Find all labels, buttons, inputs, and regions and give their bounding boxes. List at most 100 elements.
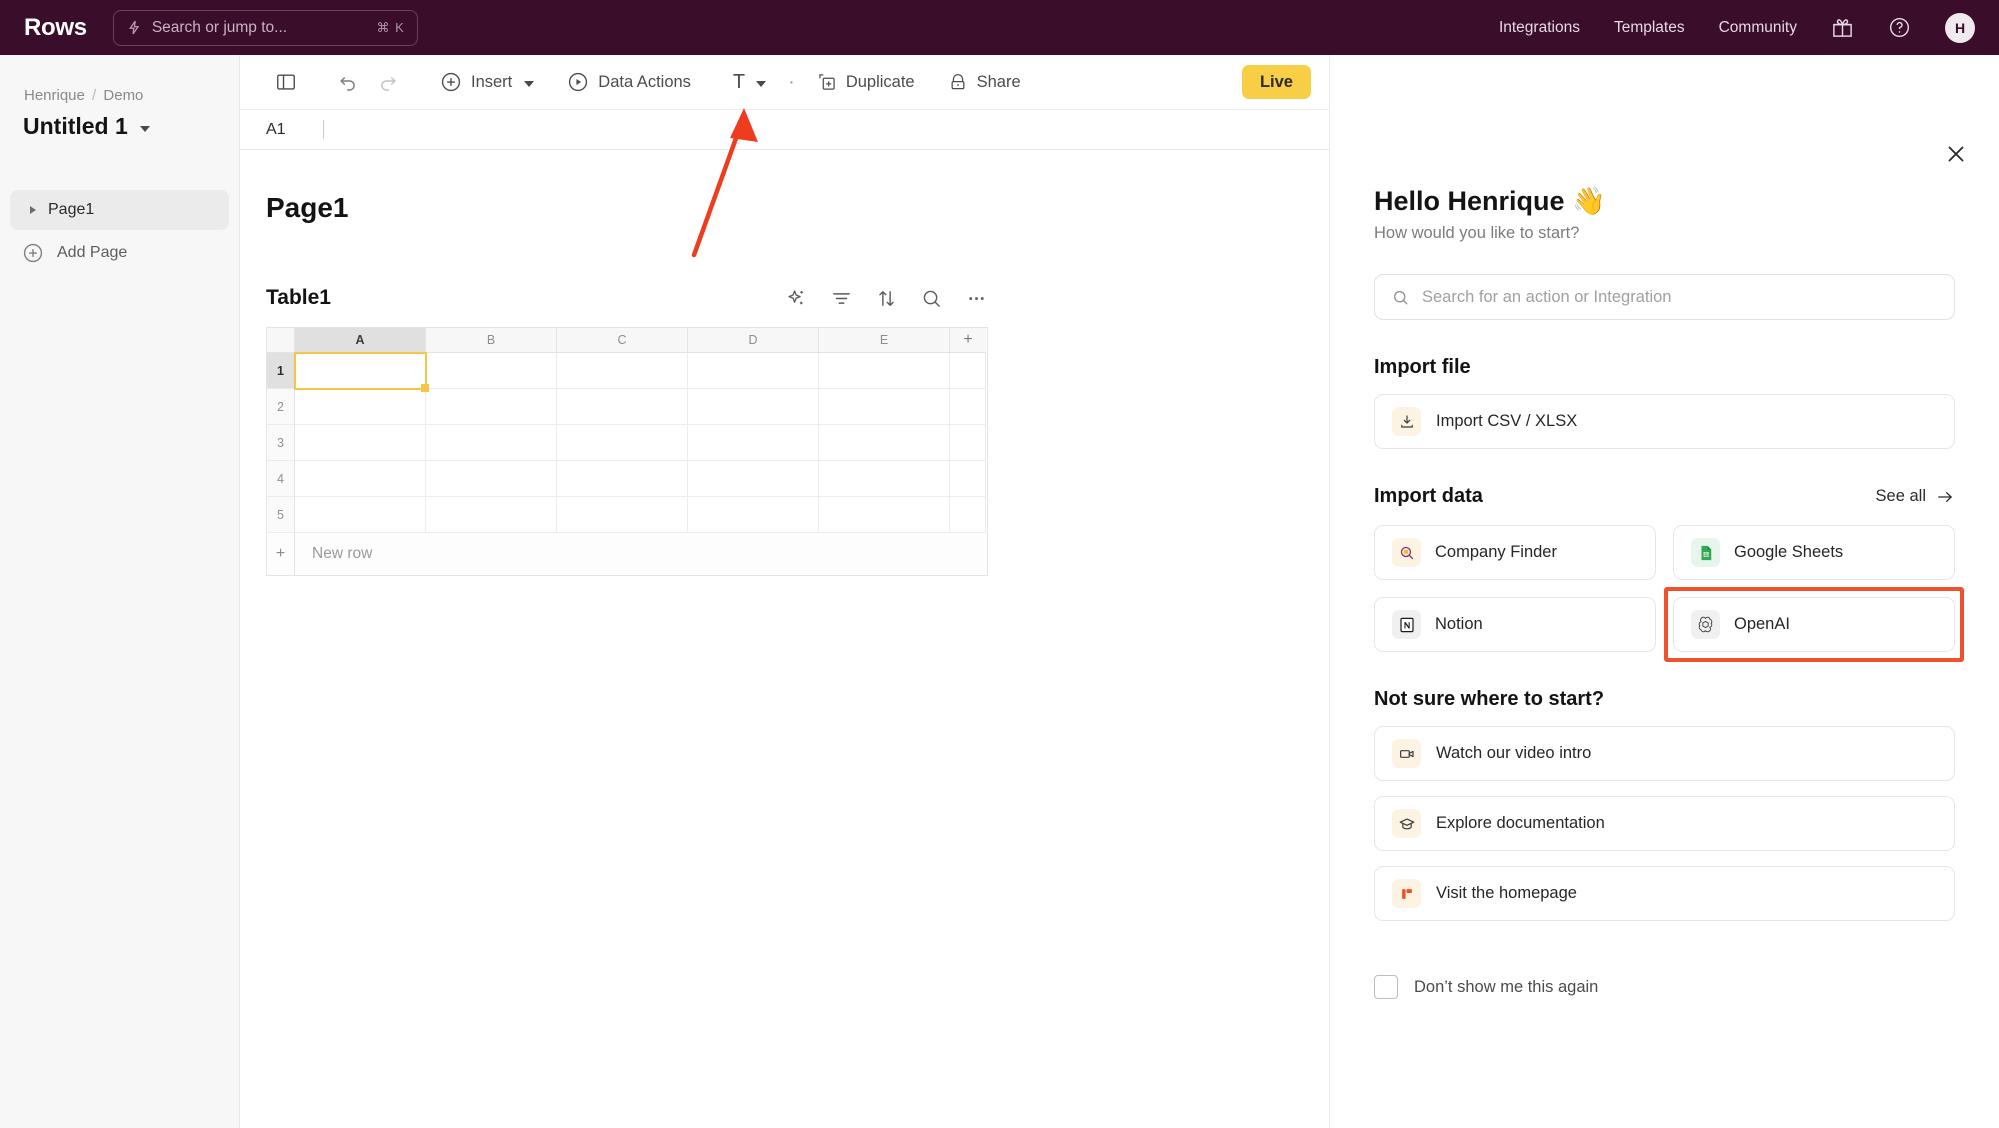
watch-video-intro-button[interactable]: Watch our video intro <box>1374 726 1955 781</box>
cell-a5[interactable] <box>295 497 426 533</box>
cell-d4[interactable] <box>688 461 819 497</box>
global-search-input[interactable]: Search or jump to... ⌘ K <box>112 9 418 46</box>
nav-integrations[interactable]: Integrations <box>1499 19 1580 37</box>
cell-f1[interactable] <box>950 353 986 389</box>
panel-toggle-icon <box>277 74 295 90</box>
insert-button[interactable]: Insert <box>430 65 544 99</box>
google-sheets-icon <box>1691 538 1720 567</box>
row-header-4[interactable]: 4 <box>267 461 295 497</box>
ai-sparkle-icon[interactable] <box>785 287 808 310</box>
page-title[interactable]: Page1 <box>266 192 1329 224</box>
cell-a2[interactable] <box>295 389 426 425</box>
cell-c5[interactable] <box>557 497 688 533</box>
visit-homepage-button[interactable]: Visit the homepage <box>1374 866 1955 921</box>
document-title[interactable]: Untitled 1 <box>10 104 229 140</box>
sidebar-item-page1[interactable]: Page1 <box>10 190 229 230</box>
add-page-button[interactable]: Add Page <box>10 233 229 273</box>
see-all-button[interactable]: See all <box>1876 487 1955 507</box>
editor-area: Insert Data Actions T · Duplicate Share … <box>240 55 1329 1128</box>
redo-button[interactable] <box>368 65 408 99</box>
cell-b1[interactable] <box>426 353 557 389</box>
panel-greeting-subtitle: How would you like to start? <box>1374 224 1580 242</box>
cell-reference[interactable]: A1 <box>266 121 323 139</box>
filter-icon[interactable] <box>830 287 853 310</box>
cell-e5[interactable] <box>819 497 950 533</box>
row-header-2[interactable]: 2 <box>267 389 295 425</box>
cell-e1[interactable] <box>819 353 950 389</box>
cell-c4[interactable] <box>557 461 688 497</box>
import-tile-google-sheets[interactable]: Google Sheets <box>1673 525 1955 580</box>
cell-f4[interactable] <box>950 461 986 497</box>
breadcrumb-folder[interactable]: Demo <box>103 87 143 104</box>
column-header-c[interactable]: C <box>557 328 688 353</box>
search-icon[interactable] <box>920 287 943 310</box>
cell-f3[interactable] <box>950 425 986 461</box>
sheet-canvas: Page1 Table1 A B C D E + 1 2 3 4 5 + New… <box>240 150 1329 1128</box>
chevron-down-icon[interactable] <box>139 125 150 132</box>
gift-icon[interactable] <box>1831 16 1854 39</box>
import-tile-openai[interactable]: OpenAI <box>1673 597 1955 652</box>
live-button[interactable]: Live <box>1241 65 1311 99</box>
cell-c2[interactable] <box>557 389 688 425</box>
dont-show-again-row[interactable]: Don’t show me this again <box>1374 975 1955 999</box>
more-formatting-dot[interactable]: · <box>776 71 807 94</box>
data-actions-button[interactable]: Data Actions <box>557 65 701 99</box>
import-data-tiles: Company Finder Google Sheets Notion Open… <box>1374 525 1964 662</box>
cell-c1[interactable] <box>557 353 688 389</box>
chevron-right-icon[interactable] <box>30 206 36 214</box>
import-data-section-header: Import data See all <box>1374 485 1955 508</box>
text-format-button[interactable]: T <box>723 65 776 99</box>
help-circle-icon[interactable] <box>1888 16 1911 39</box>
cell-b5[interactable] <box>426 497 557 533</box>
cell-f2[interactable] <box>950 389 986 425</box>
cell-a4[interactable] <box>295 461 426 497</box>
cell-e4[interactable] <box>819 461 950 497</box>
table-title[interactable]: Table1 <box>266 286 331 310</box>
rows-logo-icon <box>1392 879 1421 908</box>
not-sure-section-header: Not sure where to start? <box>1374 688 1955 711</box>
grid-corner[interactable] <box>267 328 295 353</box>
fill-handle[interactable] <box>421 384 429 392</box>
nav-templates[interactable]: Templates <box>1614 19 1685 37</box>
undo-button[interactable] <box>328 65 368 99</box>
table-row: 3 <box>267 425 987 461</box>
explore-documentation-button[interactable]: Explore documentation <box>1374 796 1955 851</box>
cell-b4[interactable] <box>426 461 557 497</box>
cell-d2[interactable] <box>688 389 819 425</box>
cell-b2[interactable] <box>426 389 557 425</box>
more-options-icon[interactable] <box>965 287 988 310</box>
cell-a3[interactable] <box>295 425 426 461</box>
import-tile-company-finder[interactable]: Company Finder <box>1374 525 1656 580</box>
cell-d5[interactable] <box>688 497 819 533</box>
import-tile-notion[interactable]: Notion <box>1374 597 1656 652</box>
duplicate-button[interactable]: Duplicate <box>807 65 925 99</box>
column-header-d[interactable]: D <box>688 328 819 353</box>
cell-c3[interactable] <box>557 425 688 461</box>
cell-e3[interactable] <box>819 425 950 461</box>
column-header-e[interactable]: E <box>819 328 950 353</box>
cell-a1[interactable] <box>294 352 429 392</box>
rows-logo[interactable]: Rows <box>24 14 87 42</box>
cell-d3[interactable] <box>688 425 819 461</box>
dont-show-checkbox[interactable] <box>1374 975 1398 999</box>
close-icon[interactable] <box>1943 141 1969 167</box>
column-header-a[interactable]: A <box>295 328 426 353</box>
share-button[interactable]: Share <box>938 65 1031 99</box>
nav-community[interactable]: Community <box>1719 19 1797 37</box>
new-row-button[interactable]: + New row <box>266 533 988 576</box>
avatar[interactable]: H <box>1945 12 1975 43</box>
add-column-button[interactable]: + <box>950 328 986 353</box>
column-header-b[interactable]: B <box>426 328 557 353</box>
breadcrumb-workspace[interactable]: Henrique <box>24 87 85 104</box>
sidebar-toggle-button[interactable] <box>266 65 306 99</box>
import-csv-xlsx-button[interactable]: Import CSV / XLSX <box>1374 394 1955 449</box>
cell-b3[interactable] <box>426 425 557 461</box>
cell-f5[interactable] <box>950 497 986 533</box>
row-header-5[interactable]: 5 <box>267 497 295 533</box>
cell-d1[interactable] <box>688 353 819 389</box>
sort-icon[interactable] <box>875 287 898 310</box>
row-header-1[interactable]: 1 <box>267 353 295 389</box>
row-header-3[interactable]: 3 <box>267 425 295 461</box>
cell-e2[interactable] <box>819 389 950 425</box>
panel-search-input[interactable]: Search for an action or Integration <box>1374 274 1955 320</box>
